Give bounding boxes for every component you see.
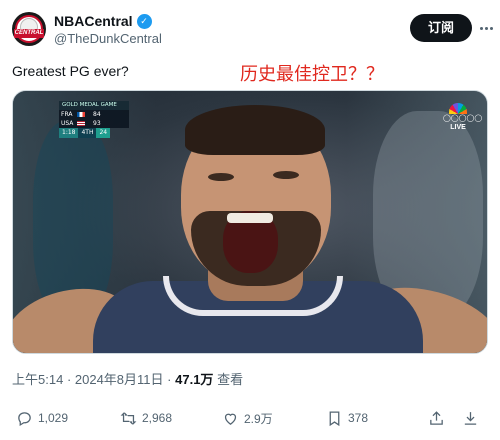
nbc-peacock-icon xyxy=(449,103,467,114)
avatar[interactable]: CENTRAL xyxy=(12,12,46,46)
bookmark-icon xyxy=(329,410,340,426)
olympic-rings-icon: ◯◯◯◯◯ xyxy=(443,115,483,122)
reply-icon xyxy=(18,411,31,426)
heart-icon xyxy=(224,413,237,425)
repost-button[interactable]: 2,968 xyxy=(120,405,172,431)
france-flag-icon xyxy=(77,112,85,117)
view-count: 47.1万 xyxy=(175,372,214,387)
scorebug-clock-row: 1:18 4TH 24 xyxy=(59,128,129,138)
views-label: 查看 xyxy=(217,372,244,387)
user-handle[interactable]: @TheDunkCentral xyxy=(54,31,162,46)
repost-count: 2,968 xyxy=(142,411,173,425)
share-button[interactable] xyxy=(428,405,445,431)
subscribe-button[interactable]: 订阅 xyxy=(410,14,472,42)
team-code: FRA xyxy=(61,111,73,118)
tweet-time[interactable]: 上午5:14 xyxy=(12,372,63,387)
scorebug: GOLD MEDAL GAME FRA 84 USA 93 1:18 4TH 2… xyxy=(59,101,129,139)
player-eye-left xyxy=(208,173,234,181)
tweet-header: CENTRAL NBACentral ✓ @TheDunkCentral 订阅 xyxy=(12,12,493,52)
usa-flag-icon xyxy=(77,121,85,126)
quarter: 4TH xyxy=(78,128,97,138)
team-code: USA xyxy=(61,120,74,127)
tweet-text: Greatest PG ever? xyxy=(12,63,129,79)
scorebug-row: FRA 84 xyxy=(59,110,129,119)
player-teeth xyxy=(227,213,273,223)
team-score: 93 xyxy=(93,120,101,127)
download-icon xyxy=(464,411,477,425)
like-count: 2.9万 xyxy=(244,411,273,426)
scorebug-row: USA 93 xyxy=(59,119,129,128)
team-score: 84 xyxy=(93,111,101,118)
overlay-caption: 历史最佳控卫？？ xyxy=(240,64,384,85)
more-options-icon[interactable] xyxy=(474,14,498,42)
player-hair xyxy=(185,105,325,155)
tweet-media-image[interactable]: GOLD MEDAL GAME FRA 84 USA 93 1:18 4TH 2… xyxy=(12,90,488,354)
reply-button[interactable]: 1,029 xyxy=(16,405,68,431)
like-button[interactable]: 2.9万 xyxy=(222,405,273,431)
avatar-logo-text: CENTRAL xyxy=(14,29,44,38)
action-bar: 1,029 2,968 2.9万 378 xyxy=(12,405,488,431)
player-eye-right xyxy=(273,171,299,179)
name-line: NBACentral ✓ xyxy=(54,13,152,29)
game-clock: 1:18 xyxy=(59,128,79,138)
meta-separator: · xyxy=(66,372,75,387)
download-button[interactable] xyxy=(462,405,479,431)
shot-clock: 24 xyxy=(96,128,111,138)
bookmark-count: 378 xyxy=(348,411,369,425)
nbc-logo: ◯◯◯◯◯ LIVE xyxy=(443,103,483,143)
share-icon xyxy=(430,410,443,425)
verified-badge-icon[interactable]: ✓ xyxy=(136,13,152,29)
repost-icon xyxy=(120,411,137,425)
tweet-meta: 上午5:14 · 2024年8月11日 · 47.1万 查看 xyxy=(12,369,243,388)
display-name[interactable]: NBACentral xyxy=(54,13,133,29)
tweet-date[interactable]: 2024年8月11日 xyxy=(75,372,164,387)
bookmark-button[interactable]: 378 xyxy=(326,405,368,431)
meta-separator: · xyxy=(167,372,176,387)
scorebug-title: GOLD MEDAL GAME xyxy=(59,101,129,110)
reply-count: 1,029 xyxy=(38,411,69,425)
live-label: LIVE xyxy=(450,124,466,131)
